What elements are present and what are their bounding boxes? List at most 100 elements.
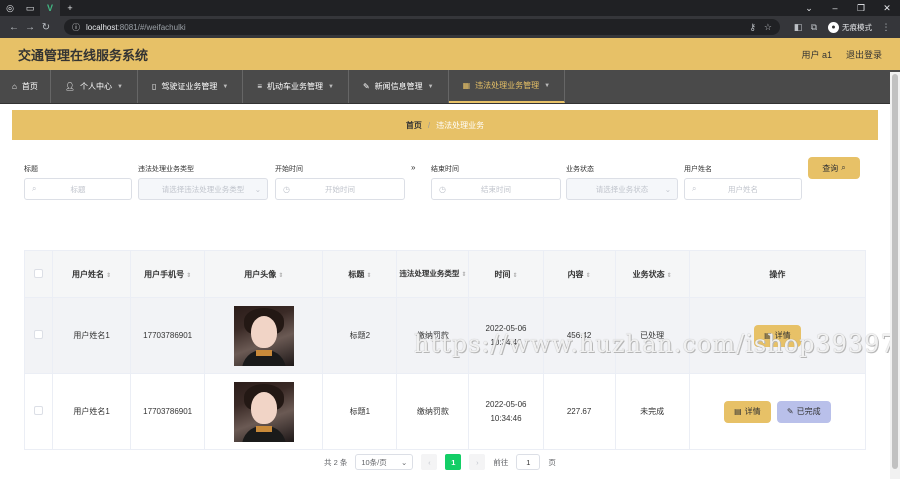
restore-icon[interactable]: ❐ — [848, 3, 874, 14]
search-icon: ⌕ — [841, 163, 846, 172]
sort-icon[interactable]: ⇕ — [186, 273, 191, 279]
complete-button[interactable]: ✎ 已完成 — [776, 400, 831, 423]
sort-icon[interactable]: ⇕ — [667, 273, 672, 279]
tab-search-icon[interactable]: ⌄ — [796, 3, 822, 14]
table-header-row: 用户姓名 ⇕ 用户手机号 ⇕ 用户头像 ⇕ 标题 ⇕ 违法处理业务类型 ⇕ 时间 ⇕ 内容 ⇕… — [23, 250, 867, 298]
table-row[interactable]: 用户姓名1 17703786901 标题2 缴纳罚款 2022-05-06 10… — [23, 297, 867, 374]
chevron-down-icon: ▼ — [544, 82, 551, 89]
info-icon[interactable]: ⓘ — [72, 22, 80, 33]
document-icon: ▤ — [734, 407, 742, 416]
menu-item-personal-center[interactable]: 👤︎ 个人中心 ▼ — [51, 70, 138, 103]
scrollbar-thumb[interactable] — [892, 74, 898, 469]
app-header: 交通管理在线服务系统 用户 a1 退出登录 — [0, 38, 900, 70]
minimize-icon[interactable]: – — [822, 3, 848, 13]
column-header[interactable]: 时间 ⇕ — [468, 250, 544, 298]
header-label: 标题 — [348, 269, 365, 279]
news-icon: ✎ — [362, 82, 370, 91]
new-tab-icon[interactable]: + — [60, 0, 80, 16]
cell-content: 227.67 — [542, 373, 616, 450]
chevron-down-icon: ⌄ — [254, 184, 261, 194]
column-header[interactable]: 用户头像 ⇕ — [204, 250, 324, 298]
header-label: 时间 — [494, 269, 511, 279]
page-size-select[interactable]: 10条/页 ⌄ — [355, 454, 414, 470]
goto-label: 前往 — [493, 457, 509, 467]
next-page-button[interactable]: › — [469, 454, 486, 470]
goto-page-input[interactable]: 1 — [516, 454, 541, 470]
sort-icon[interactable]: ⇕ — [512, 273, 517, 279]
search-button[interactable]: 查询 ⌕ — [808, 157, 860, 179]
page-suffix: 页 — [548, 457, 556, 467]
sort-icon[interactable]: ⇕ — [461, 272, 466, 278]
page-number-active[interactable]: 1 — [445, 454, 462, 470]
breadcrumb-current: 违法处理业务 — [436, 120, 485, 130]
column-header[interactable]: 用户姓名 ⇕ — [52, 250, 132, 298]
column-header[interactable]: 内容 ⇕ — [542, 250, 616, 298]
forward-icon[interactable]: → — [22, 22, 38, 33]
vue-tab-icon[interactable]: V — [40, 0, 60, 16]
menu-item-news[interactable]: ✎ 新闻信息管理 ▼ — [349, 70, 449, 103]
placeholder: 开始时间 — [325, 184, 355, 194]
menu-item-vehicle[interactable]: ≡ 机动车业务管理 ▼ — [243, 70, 349, 103]
sort-icon[interactable]: ⇕ — [586, 273, 591, 279]
page-size-value: 10条/页 — [361, 457, 387, 467]
chevron-down-icon: ▼ — [327, 83, 334, 90]
key-icon[interactable]: ⚷ — [749, 22, 756, 33]
select-all-checkbox[interactable] — [34, 268, 44, 278]
prev-page-button[interactable]: ‹ — [421, 454, 438, 470]
column-header[interactable]: 业务状态 ⇕ — [614, 250, 690, 298]
clock-icon: ◷ — [439, 184, 446, 194]
menu-item-home[interactable]: ⌂ 首页 — [0, 70, 51, 103]
placeholder: 标题 — [70, 184, 86, 194]
menu-item-license[interactable]: ▯ 驾驶证业务管理 ▼ — [138, 70, 244, 103]
document-icon: ▤ — [764, 331, 772, 340]
menu-item-label: 驾驶证业务管理 — [161, 82, 218, 91]
username-input[interactable]: ⌕ 用户姓名 — [684, 178, 802, 200]
cell-status: 未完成 — [614, 373, 690, 450]
back-icon[interactable]: ← — [6, 22, 22, 33]
browser-menu-icon[interactable]: ⋮ — [878, 22, 894, 33]
avatar — [233, 305, 294, 366]
type-select[interactable]: 请选择违法处理业务类型 ⌄ — [138, 178, 268, 200]
chevron-down-icon: ▼ — [427, 83, 434, 90]
bookmark-star-icon[interactable]: ☆ — [764, 22, 772, 33]
detail-button[interactable]: ▤ 详情 — [754, 324, 801, 347]
row-checkbox[interactable] — [34, 330, 44, 339]
search-filters: 标题 ⌕ 标题 违法处理业务类型 请选择违法处理业务类型 ⌄ 开始时间 ◷ 开始… — [24, 163, 864, 204]
reload-icon[interactable]: ↻ — [38, 22, 54, 33]
close-window-icon[interactable]: ✕ — [874, 3, 900, 14]
table-row[interactable]: 用户姓名1 17703786901 标题1 缴纳罚款 2022-05-06 10… — [23, 373, 867, 450]
placeholder: 请选择业务状态 — [595, 184, 649, 194]
title-input[interactable]: ⌕ 标题 — [24, 178, 132, 200]
logout-link[interactable]: 退出登录 — [846, 48, 882, 61]
row-checkbox[interactable] — [34, 406, 44, 415]
breadcrumb-separator: / — [427, 120, 431, 130]
incognito-profile[interactable]: ● 无痕模式 — [828, 21, 872, 33]
chrome-icon[interactable]: ◎ — [0, 0, 20, 16]
header-label: 内容 — [567, 269, 584, 279]
address-bar[interactable]: ⓘ localhost:8081/#/weifachulki ⚷ ☆ — [64, 19, 780, 35]
extensions-icon[interactable]: ⧉ — [806, 22, 822, 33]
filter-status: 业务状态 请选择业务状态 ⌄ — [566, 164, 678, 200]
total-count: 共 2 条 — [324, 457, 348, 467]
column-header[interactable]: 用户手机号 ⇕ — [130, 250, 206, 298]
window-icon[interactable]: ▭ — [20, 0, 40, 16]
detail-button[interactable]: ▤ 详情 — [724, 400, 771, 423]
menu-item-label: 首页 — [21, 82, 38, 91]
start-time-input[interactable]: ◷ 开始时间 — [275, 178, 405, 200]
sort-icon[interactable]: ⇕ — [278, 273, 283, 279]
filter-label: 标题 — [24, 166, 38, 173]
column-header[interactable]: 标题 ⇕ — [322, 250, 398, 298]
menu-item-violation[interactable]: ▦ 违法处理业务管理 ▼ — [448, 70, 566, 103]
breadcrumb-home[interactable]: 首页 — [406, 120, 422, 131]
cell-content: 456.42 — [542, 297, 616, 374]
scrollbar[interactable] — [890, 72, 900, 479]
sort-icon[interactable]: ⇕ — [106, 273, 111, 279]
status-select[interactable]: 请选择业务状态 ⌄ — [566, 178, 678, 200]
cell-actions: ▤ 详情 ✎ 已完成 — [688, 373, 867, 450]
url-path: :8081/#/weifachulki — [117, 22, 186, 32]
cell-name: 用户姓名1 — [52, 297, 132, 374]
end-time-input[interactable]: ◷ 结束时间 — [431, 178, 561, 200]
sidebar-icon[interactable]: ◧ — [790, 22, 806, 33]
sort-icon[interactable]: ⇕ — [366, 273, 371, 279]
column-header[interactable]: 违法处理业务类型 ⇕ — [396, 250, 470, 298]
